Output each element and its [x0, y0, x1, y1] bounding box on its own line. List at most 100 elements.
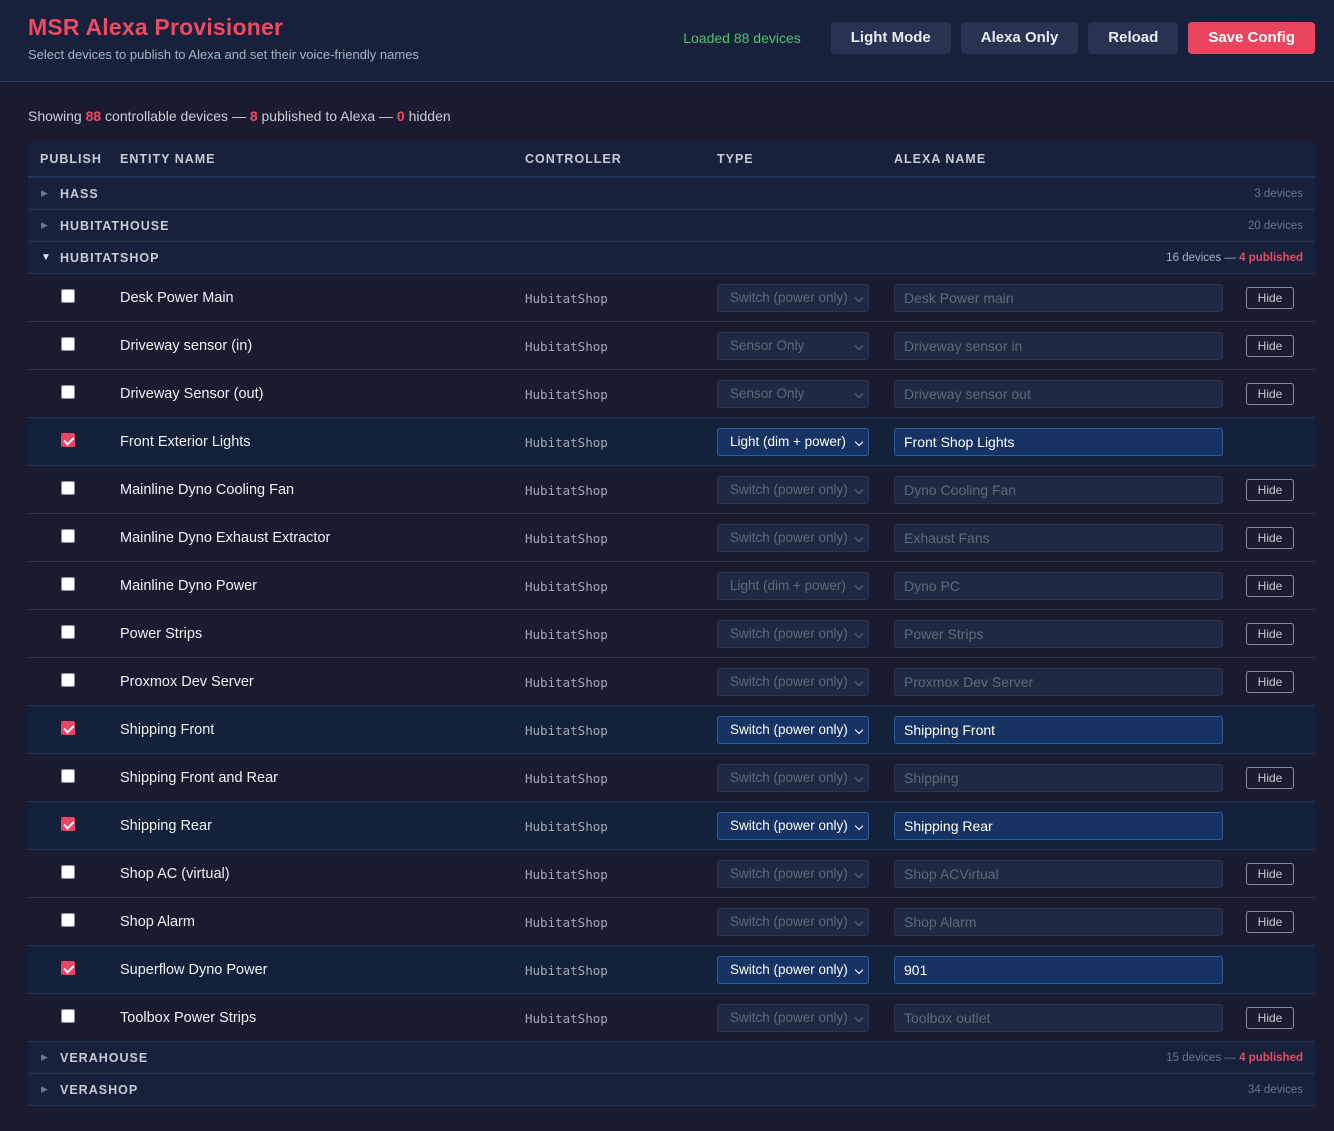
type-select-value: Switch (power only): [730, 482, 848, 497]
type-select[interactable]: Light (dim + power): [717, 428, 869, 456]
table-row: Mainline Dyno Power HubitatShop Light (dim…: [28, 562, 1315, 610]
alexa-name-input[interactable]: [894, 716, 1223, 744]
brand: MSR Alexa Provisioner Select devices to …: [28, 14, 683, 62]
alexa-name-input[interactable]: [894, 572, 1223, 600]
alexa-name-input[interactable]: [894, 284, 1223, 312]
alexa-name-input[interactable]: [894, 908, 1223, 936]
alexa-name-input[interactable]: [894, 956, 1223, 984]
alexa-name-input[interactable]: [894, 476, 1223, 504]
alexa-name-input[interactable]: [894, 764, 1223, 792]
reload-button[interactable]: Reload: [1088, 21, 1179, 54]
type-select[interactable]: Light (dim + power): [717, 572, 869, 600]
alexa-name-input[interactable]: [894, 332, 1223, 360]
type-select[interactable]: Switch (power only): [717, 1004, 869, 1032]
type-select[interactable]: Switch (power only): [717, 284, 869, 312]
expand-arrow-icon: ▶: [41, 188, 49, 198]
publish-checkbox[interactable]: [61, 721, 75, 735]
hide-button[interactable]: Hide: [1246, 287, 1294, 309]
type-select[interactable]: Switch (power only): [717, 620, 869, 648]
hide-button[interactable]: Hide: [1246, 479, 1294, 501]
hide-button[interactable]: Hide: [1246, 335, 1294, 357]
group-hubitathouse[interactable]: ▶ HUBITATHOUSE 20 devices: [28, 210, 1315, 242]
type-select[interactable]: Switch (power only): [717, 956, 869, 984]
type-select[interactable]: Switch (power only): [717, 524, 869, 552]
alexa-name-input[interactable]: [894, 1004, 1223, 1032]
group-name: HASS: [60, 186, 99, 201]
publish-checkbox[interactable]: [61, 433, 75, 447]
hide-button[interactable]: Hide: [1246, 383, 1294, 405]
chevron-down-icon: [854, 821, 864, 831]
alexa-name-input[interactable]: [894, 380, 1223, 408]
alexa-only-button[interactable]: Alexa Only: [960, 21, 1079, 54]
entity-name: Shop Alarm: [120, 914, 195, 930]
group-name: HUBITATSHOP: [60, 250, 160, 265]
chevron-down-icon: [854, 533, 864, 543]
publish-checkbox[interactable]: [61, 817, 75, 831]
summary-suffix: hidden: [404, 108, 451, 124]
table-row: Proxmox Dev Server HubitatShop Switch (pow…: [28, 658, 1315, 706]
hide-button[interactable]: Hide: [1246, 575, 1294, 597]
save-config-button[interactable]: Save Config: [1188, 21, 1315, 54]
entity-name: Proxmox Dev Server: [120, 674, 254, 690]
type-select[interactable]: Switch (power only): [717, 716, 869, 744]
type-select[interactable]: Sensor Only: [717, 380, 869, 408]
chevron-down-icon: [854, 677, 864, 687]
table-row: Shipping Rear HubitatShop Switch (power on…: [28, 802, 1315, 850]
alexa-name-input[interactable]: [894, 524, 1223, 552]
type-select[interactable]: Sensor Only: [717, 332, 869, 360]
type-select[interactable]: Switch (power only): [717, 476, 869, 504]
col-entity-name: ENTITY NAME: [120, 152, 216, 166]
table-row: Front Exterior Lights HubitatShop Light (d…: [28, 418, 1315, 466]
publish-checkbox[interactable]: [61, 481, 75, 495]
publish-checkbox[interactable]: [61, 769, 75, 783]
summary-prefix: Showing: [28, 108, 86, 124]
hide-button[interactable]: Hide: [1246, 863, 1294, 885]
col-publish: PUBLISH: [40, 152, 102, 166]
publish-checkbox[interactable]: [61, 385, 75, 399]
publish-checkbox[interactable]: [61, 289, 75, 303]
group-hubitatshop[interactable]: ▼ HUBITATSHOP 16 devices — 4 published: [28, 242, 1315, 274]
alexa-name-input[interactable]: [894, 812, 1223, 840]
type-select[interactable]: Switch (power only): [717, 812, 869, 840]
controller-name: HubitatShop: [525, 291, 608, 306]
hide-button[interactable]: Hide: [1246, 767, 1294, 789]
alexa-name-input[interactable]: [894, 860, 1223, 888]
table-row: Toolbox Power Strips HubitatShop Switch (p…: [28, 994, 1315, 1042]
light-mode-button[interactable]: Light Mode: [830, 21, 951, 54]
publish-checkbox[interactable]: [61, 337, 75, 351]
type-select-value: Switch (power only): [730, 530, 848, 545]
hide-button[interactable]: Hide: [1246, 527, 1294, 549]
type-select[interactable]: Switch (power only): [717, 908, 869, 936]
col-controller: CONTROLLER: [525, 152, 622, 166]
table-row: Power Strips HubitatShop Switch (power onl…: [28, 610, 1315, 658]
type-select[interactable]: Switch (power only): [717, 668, 869, 696]
entity-name: Shipping Front and Rear: [120, 770, 278, 786]
publish-checkbox[interactable]: [61, 961, 75, 975]
publish-checkbox[interactable]: [61, 913, 75, 927]
hide-button[interactable]: Hide: [1246, 1007, 1294, 1029]
hide-button[interactable]: Hide: [1246, 911, 1294, 933]
alexa-name-input[interactable]: [894, 668, 1223, 696]
app-title: MSR Alexa Provisioner: [28, 13, 284, 40]
type-select[interactable]: Switch (power only): [717, 764, 869, 792]
group-verahouse[interactable]: ▶ VERAHOUSE 15 devices — 4 published: [28, 1042, 1315, 1074]
controller-name: HubitatShop: [525, 675, 608, 690]
device-rows: Desk Power Main HubitatShop Switch (power …: [28, 274, 1315, 1042]
group-hass[interactable]: ▶ HASS 3 devices: [28, 178, 1315, 210]
publish-checkbox[interactable]: [61, 529, 75, 543]
alexa-name-input[interactable]: [894, 428, 1223, 456]
publish-checkbox[interactable]: [61, 1009, 75, 1023]
type-select[interactable]: Switch (power only): [717, 860, 869, 888]
hide-button[interactable]: Hide: [1246, 623, 1294, 645]
publish-checkbox[interactable]: [61, 625, 75, 639]
controller-name: HubitatShop: [525, 1011, 608, 1026]
publish-checkbox[interactable]: [61, 577, 75, 591]
alexa-name-input[interactable]: [894, 620, 1223, 648]
hide-button[interactable]: Hide: [1246, 671, 1294, 693]
group-device-count: 15 devices —: [1166, 1051, 1240, 1064]
publish-checkbox[interactable]: [61, 673, 75, 687]
app-subtitle: Select devices to publish to Alexa and s…: [28, 46, 419, 62]
publish-checkbox[interactable]: [61, 865, 75, 879]
chevron-down-icon: [854, 1013, 864, 1023]
group-verashop[interactable]: ▶ VERASHOP 34 devices: [28, 1074, 1315, 1106]
